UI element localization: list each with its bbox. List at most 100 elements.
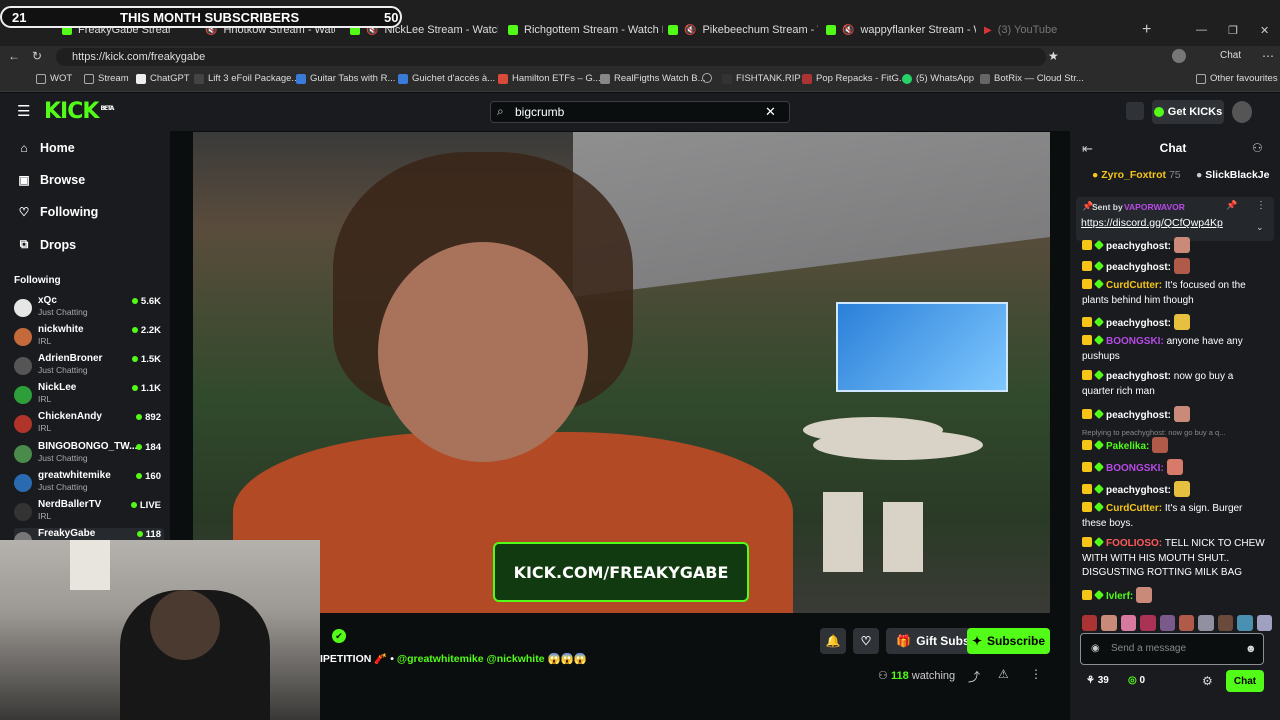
clear-search-icon[interactable]: ✕ <box>765 104 776 120</box>
profile-avatar[interactable] <box>1172 49 1186 63</box>
unpin-icon[interactable]: 📌 <box>1226 200 1237 211</box>
following-channel[interactable]: NickLee IRL 1.1K <box>14 382 164 408</box>
chevron-down-icon[interactable]: ⌄ <box>1256 222 1264 233</box>
chat-username[interactable]: Pakelika: <box>1106 441 1152 452</box>
sidebar-item-browse[interactable]: ▣ Browse <box>18 173 85 187</box>
copilot-chat-button[interactable]: Chat <box>1220 50 1241 61</box>
chatgpt-icon <box>136 73 146 84</box>
chat-username[interactable]: CurdCutter: <box>1106 280 1165 291</box>
sidebar-item-drops[interactable]: ⧉ Drops <box>18 237 76 252</box>
emote-picker-icon[interactable]: ◉ <box>1091 634 1100 664</box>
get-kicks-button[interactable]: Get KICKs <box>1152 100 1224 124</box>
hamburger-menu-icon[interactable]: ☰ <box>17 102 30 120</box>
emote-icon[interactable] <box>1198 615 1214 631</box>
more-icon[interactable]: ⋮ <box>1256 200 1266 211</box>
chat-username[interactable]: Ivlerf: <box>1106 591 1136 602</box>
chat-input[interactable]: ◉ Send a message ☻ <box>1080 633 1264 665</box>
refresh-icon[interactable]: ↻ <box>32 49 42 63</box>
share-icon[interactable]: ⤴ <box>968 668 980 685</box>
browser-tab[interactable]: 🔇Pikebeechum Stream - Watc✕ <box>668 18 818 42</box>
close-window-button[interactable]: ✕ <box>1260 18 1269 42</box>
bookmark-item[interactable]: BotRix — Cloud Str... <box>980 73 1084 84</box>
more-icon[interactable]: ⋮ <box>1030 667 1042 681</box>
chat-username[interactable]: peachyghost: <box>1106 485 1174 496</box>
chat-username[interactable]: BOONGSKI: <box>1106 336 1167 347</box>
verified-badge-icon <box>1094 261 1104 271</box>
browser-tab[interactable]: 🔇wappyflanker Stream - Watc✕ <box>826 18 976 42</box>
user-avatar[interactable] <box>1232 101 1252 123</box>
leaderboard-entry[interactable]: ● Zyro_Foxtrot 75 <box>1092 169 1181 181</box>
bookmark-item[interactable]: ChatGPT <box>136 73 190 84</box>
kicks-balance[interactable]: ⚘ 39 <box>1086 675 1109 686</box>
browser-tab[interactable]: ▶(3) YouTube✕ <box>984 18 1134 42</box>
gift-subs-button[interactable]: 🎁 Gift Subs <box>886 628 980 654</box>
layout-toggle-icon[interactable] <box>1126 102 1144 120</box>
browser-tab[interactable]: Richgottem Stream - Watch L✕ <box>508 18 663 42</box>
sidebar-item-home[interactable]: ⌂ Home <box>18 141 74 155</box>
notification-bell-button[interactable]: 🔔 <box>820 628 846 654</box>
chat-username[interactable]: peachyghost: <box>1106 318 1174 329</box>
sidebar-item-following[interactable]: ♡ Following <box>18 205 99 219</box>
bookmark-item[interactable]: FISHTANK.RIP <box>722 73 801 84</box>
bookmark-item[interactable] <box>702 73 712 83</box>
bookmark-item[interactable]: Guichet d'accès à... <box>398 73 495 84</box>
site-icon <box>802 73 812 84</box>
chat-username[interactable]: BOONGSKI: <box>1106 463 1167 474</box>
chat-users-icon[interactable]: ⚇ <box>1252 141 1263 155</box>
maximize-button[interactable]: ❐ <box>1228 18 1238 42</box>
video-player[interactable]: KICK.COM/FREAKYGABE <box>193 132 1050 613</box>
chat-username[interactable]: peachyghost: <box>1106 371 1174 382</box>
channel-points[interactable]: ◎ 0 <box>1128 675 1145 686</box>
chat-username[interactable]: peachyghost: <box>1106 262 1174 273</box>
bookmark-item[interactable]: Pop Repacks - FitG... <box>802 73 907 84</box>
other-bookmarks[interactable]: Other favourites <box>1196 73 1278 84</box>
close-icon[interactable]: ✕ <box>1133 24 1134 37</box>
bookmark-item[interactable]: (5) WhatsApp <box>902 73 974 84</box>
pinned-link[interactable]: https://discord.gg/QCfQwp4Kp <box>1081 217 1223 229</box>
emote-icon[interactable] <box>1082 615 1098 631</box>
bookmark-item[interactable]: RealFigths Watch B... <box>600 73 706 84</box>
search-input[interactable]: ⌕ bigcrumb ✕ <box>490 101 790 123</box>
star-icon[interactable]: ★ <box>1048 49 1059 63</box>
emote-icon[interactable] <box>1120 615 1137 631</box>
chat-username[interactable]: FOOLIOSO: <box>1106 538 1165 549</box>
bookmark-item[interactable]: Hamilton ETFs – G... <box>498 73 601 84</box>
following-channel[interactable]: xQc Just Chatting 5.6K <box>14 295 164 321</box>
pinned-sender[interactable]: VAPORWAVOR <box>1124 202 1185 212</box>
minimize-button[interactable]: — <box>1196 18 1207 42</box>
bookmark-item[interactable]: Stream <box>84 73 129 84</box>
gear-icon[interactable]: ⚙ <box>1202 674 1213 688</box>
following-channel[interactable]: BINGOBONGO_TW... Just Chatting 184 <box>14 441 164 467</box>
report-icon[interactable]: ⚠ <box>998 667 1009 681</box>
chat-username[interactable]: peachyghost: <box>1106 241 1174 252</box>
medal-icon: ● <box>1092 169 1099 181</box>
bookmark-item[interactable]: Lift 3 eFoil Package... <box>194 73 299 84</box>
webcam-overlay <box>0 540 320 720</box>
emote-icon[interactable] <box>1140 615 1156 631</box>
following-channel[interactable]: nickwhite IRL 2.2K <box>14 324 164 350</box>
chat-username[interactable]: CurdCutter: <box>1106 503 1165 514</box>
emote-icon[interactable] <box>1179 615 1195 631</box>
following-channel[interactable]: greatwhitemike Just Chatting 160 <box>14 470 164 496</box>
back-icon[interactable]: ← <box>8 49 20 63</box>
emote-icon[interactable] <box>1237 615 1253 631</box>
emote-icon[interactable] <box>1217 615 1234 631</box>
address-bar[interactable]: https://kick.com/freakygabe <box>56 48 1046 66</box>
subscribe-button[interactable]: ✦ Subscribe <box>967 628 1050 654</box>
chat-send-button[interactable]: Chat <box>1226 670 1264 692</box>
emote-icon[interactable] <box>1159 615 1176 631</box>
chat-username[interactable]: peachyghost: <box>1106 410 1174 421</box>
menu-icon[interactable]: ⋯ <box>1262 49 1274 63</box>
follow-button[interactable]: ♡ <box>853 628 879 654</box>
following-channel[interactable]: NerdBallerTV IRL LIVE <box>14 499 164 525</box>
following-channel[interactable]: ChickenAndy IRL 892 <box>14 411 164 437</box>
bookmark-item[interactable]: Guitar Tabs with R... <box>296 73 395 84</box>
bookmark-item[interactable]: WOT <box>36 73 72 84</box>
new-tab-button[interactable]: + <box>1142 18 1151 42</box>
leaderboard-entry[interactable]: ● SlickBlackJe <box>1196 169 1269 181</box>
emote-icon[interactable] <box>1101 615 1117 631</box>
following-channel[interactable]: AdrienBroner Just Chatting 1.5K <box>14 353 164 379</box>
kick-logo[interactable]: KICK BETA <box>44 99 114 124</box>
emote-icon[interactable] <box>1256 615 1273 631</box>
smiley-icon[interactable]: ☻ <box>1245 634 1257 664</box>
